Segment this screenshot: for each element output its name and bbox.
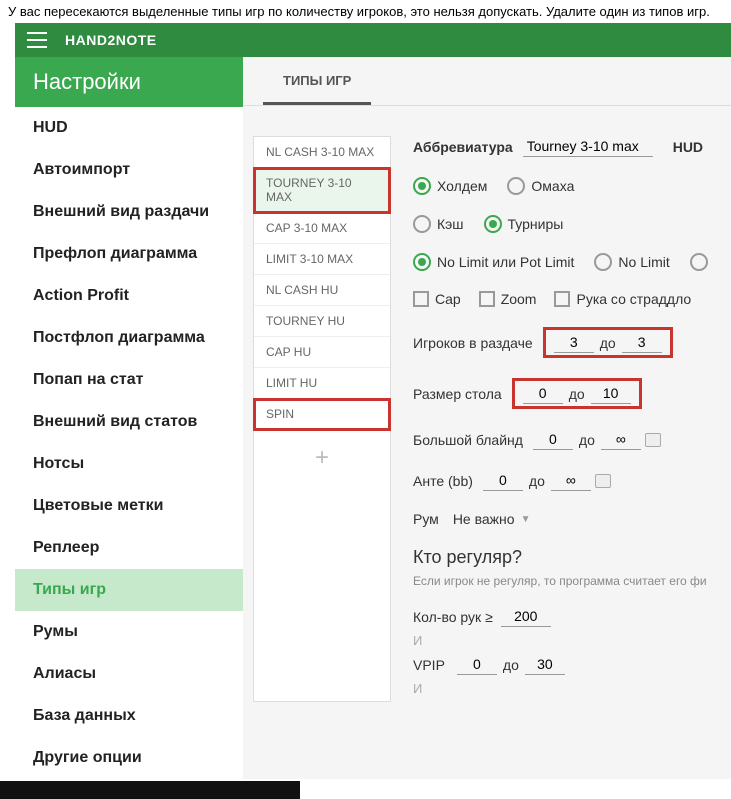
- sidebar-item-hand-appearance[interactable]: Внешний вид раздачи: [15, 191, 243, 233]
- sidebar-item-preflop-diagram[interactable]: Префлоп диаграмма: [15, 233, 243, 275]
- hands-input[interactable]: [501, 606, 551, 627]
- panel: NL CASH 3-10 MAX TOURNEY 3-10 MAX CAP 3-…: [243, 106, 731, 702]
- ante-from-input[interactable]: [483, 470, 523, 491]
- type-item-spin[interactable]: SPIN: [254, 399, 390, 430]
- radio-nl[interactable]: No Limit: [594, 253, 669, 271]
- checkbox-straddle[interactable]: Рука со страддло: [554, 291, 691, 307]
- sidebar-item-rooms[interactable]: Румы: [15, 611, 243, 653]
- type-item-tourney310[interactable]: TOURNEY 3-10 MAX: [254, 168, 390, 213]
- sidebar-item-other-options[interactable]: Другие опции: [15, 737, 243, 779]
- sidebar-item-game-types[interactable]: Типы игр: [15, 569, 243, 611]
- type-item-nlcash310[interactable]: NL CASH 3-10 MAX: [254, 137, 390, 168]
- topbar: HAND2NOTE: [15, 23, 731, 57]
- radio-tourney[interactable]: Турниры: [484, 215, 564, 233]
- room-value: Не важно: [453, 511, 515, 527]
- radio-icon: [594, 253, 612, 271]
- lock-icon[interactable]: [595, 474, 611, 488]
- checkbox-zoom[interactable]: Zoom: [479, 291, 537, 307]
- table-range: до: [512, 378, 642, 409]
- type-item-cap310[interactable]: CAP 3-10 MAX: [254, 213, 390, 244]
- table-from-input[interactable]: [523, 383, 563, 404]
- sidebar-item-autoimport[interactable]: Автоимпорт: [15, 149, 243, 191]
- abbr-input[interactable]: [523, 136, 653, 157]
- hands-label: Кол-во рук ≥: [413, 609, 493, 625]
- checkbox-icon: [413, 291, 429, 307]
- sidebar-item-replayer[interactable]: Реплеер: [15, 527, 243, 569]
- checkbox-icon: [554, 291, 570, 307]
- sidebar-item-color-tags[interactable]: Цветовые метки: [15, 485, 243, 527]
- range-sep: до: [600, 335, 616, 351]
- instruction-text: У вас пересекаются выделенные типы игр п…: [0, 0, 731, 23]
- and-separator: И: [413, 633, 731, 648]
- type-item-limit310[interactable]: LIMIT 3-10 MAX: [254, 244, 390, 275]
- radio-holdem[interactable]: Холдем: [413, 177, 487, 195]
- sidebar-header: Настройки: [15, 57, 243, 107]
- radio-cash[interactable]: Кэш: [413, 215, 464, 233]
- bb-from-input[interactable]: [533, 429, 573, 450]
- radio-icon: [484, 215, 502, 233]
- type-item-limithu[interactable]: LIMIT HU: [254, 368, 390, 399]
- radio-icon: [507, 177, 525, 195]
- radio-nl-pl[interactable]: No Limit или Pot Limit: [413, 253, 574, 271]
- room-label: Рум: [413, 511, 439, 527]
- reg-section-title: Кто регуляр?: [413, 547, 731, 568]
- chevron-down-icon: ▼: [521, 514, 531, 525]
- hud-label[interactable]: HUD: [673, 139, 703, 155]
- type-item-tourneyhu[interactable]: TOURNEY HU: [254, 306, 390, 337]
- checkbox-icon: [479, 291, 495, 307]
- bb-to-input[interactable]: [601, 429, 641, 450]
- ante-to-input[interactable]: [551, 470, 591, 491]
- abbr-label: Аббревиатура: [413, 139, 513, 155]
- add-type-button[interactable]: +: [254, 430, 390, 486]
- radio-omaha[interactable]: Омаха: [507, 177, 574, 195]
- sidebar-item-postflop-diagram[interactable]: Постфлоп диаграмма: [15, 317, 243, 359]
- sidebar-item-popup-stat[interactable]: Попап на стат: [15, 359, 243, 401]
- range-sep: до: [569, 386, 585, 402]
- and-separator: И: [413, 681, 731, 696]
- lock-icon[interactable]: [645, 433, 661, 447]
- app-title: HAND2NOTE: [65, 32, 157, 48]
- bottom-bar: [0, 781, 300, 799]
- table-size-label: Размер стола: [413, 386, 502, 402]
- checkbox-cap[interactable]: Cap: [413, 291, 461, 307]
- ante-label: Анте (bb): [413, 473, 473, 489]
- app-window: HAND2NOTE Настройки HUD Автоимпорт Внешн…: [15, 23, 731, 779]
- sidebar-item-notes[interactable]: Нотсы: [15, 443, 243, 485]
- players-range: до: [543, 327, 673, 358]
- bb-label: Большой блайнд: [413, 432, 523, 448]
- table-to-input[interactable]: [591, 383, 631, 404]
- radio-extra[interactable]: [690, 253, 714, 271]
- players-from-input[interactable]: [554, 332, 594, 353]
- vpip-to-input[interactable]: [525, 654, 565, 675]
- details-panel: Аббревиатура HUD Холдем Омаха Кэш Турнир…: [391, 136, 731, 702]
- reg-section-sub: Если игрок не регуляр, то программа счит…: [413, 574, 731, 588]
- range-sep: до: [529, 473, 545, 489]
- main-panel: ТИПЫ ИГР NL CASH 3-10 MAX TOURNEY 3-10 M…: [243, 57, 731, 779]
- game-types-list: NL CASH 3-10 MAX TOURNEY 3-10 MAX CAP 3-…: [253, 136, 391, 702]
- players-label: Игроков в раздаче: [413, 335, 533, 351]
- range-sep: до: [503, 657, 519, 673]
- radio-icon: [413, 177, 431, 195]
- type-item-nlcashhu[interactable]: NL CASH HU: [254, 275, 390, 306]
- sidebar-item-database[interactable]: База данных: [15, 695, 243, 737]
- sidebar-item-action-profit[interactable]: Action Profit: [15, 275, 243, 317]
- tabs: ТИПЫ ИГР: [243, 57, 731, 106]
- sidebar: Настройки HUD Автоимпорт Внешний вид раз…: [15, 57, 243, 779]
- vpip-label: VPIP: [413, 657, 445, 673]
- type-item-caphu[interactable]: CAP HU: [254, 337, 390, 368]
- players-to-input[interactable]: [622, 332, 662, 353]
- hamburger-icon[interactable]: [27, 32, 47, 48]
- tab-game-types[interactable]: ТИПЫ ИГР: [263, 57, 371, 105]
- range-sep: до: [579, 432, 595, 448]
- sidebar-item-hud[interactable]: HUD: [15, 107, 243, 149]
- content: Настройки HUD Автоимпорт Внешний вид раз…: [15, 57, 731, 779]
- radio-icon: [413, 215, 431, 233]
- sidebar-item-aliases[interactable]: Алиасы: [15, 653, 243, 695]
- sidebar-item-stats-appearance[interactable]: Внешний вид статов: [15, 401, 243, 443]
- vpip-from-input[interactable]: [457, 654, 497, 675]
- radio-icon: [413, 253, 431, 271]
- room-dropdown[interactable]: Не важно ▼: [453, 511, 531, 527]
- radio-icon: [690, 253, 708, 271]
